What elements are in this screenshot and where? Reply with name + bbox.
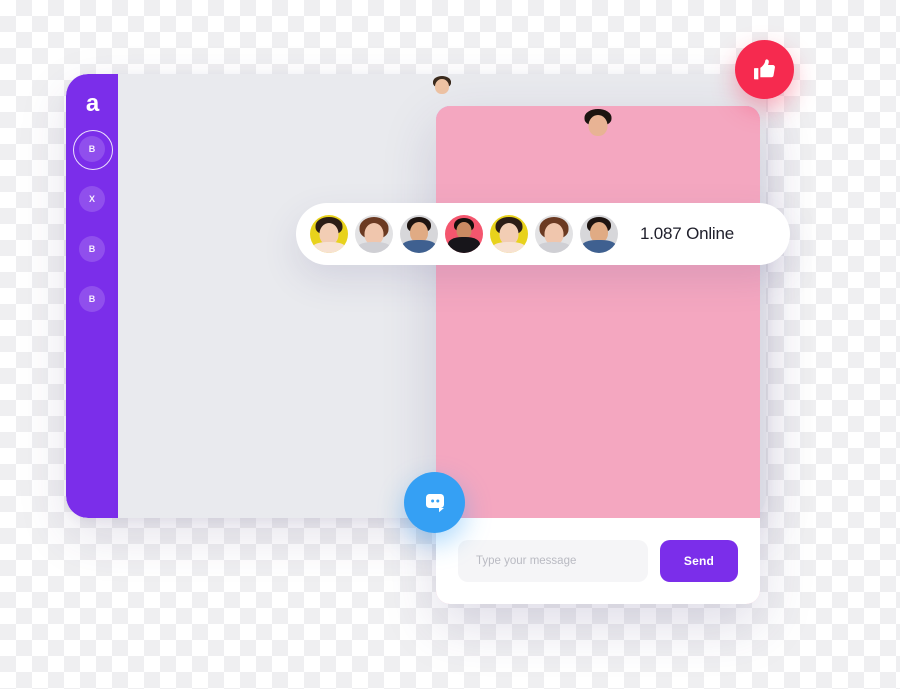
sidebar-item-1-label: B	[88, 144, 96, 154]
sidebar-item-3-label: B	[88, 244, 96, 254]
chat-bubble-icon	[425, 493, 444, 512]
sidebar: a B X B B	[66, 74, 118, 518]
app-logo[interactable]: a	[78, 90, 106, 118]
chat-message: Lola Really?? can you explain me your re…	[436, 106, 760, 604]
post-author-avatar	[118, 74, 766, 518]
sidebar-item-2-label: X	[88, 194, 95, 204]
sidebar-item-4-label: B	[88, 294, 96, 304]
avatar-face-illustration	[118, 74, 766, 518]
online-avatar-group	[310, 215, 618, 253]
online-avatar-3[interactable]	[400, 215, 438, 253]
online-avatar-6[interactable]	[535, 215, 573, 253]
message-input[interactable]	[458, 540, 648, 582]
online-avatar-2[interactable]	[355, 215, 393, 253]
sidebar-item-2[interactable]: X	[79, 186, 105, 212]
chat-room-window: Chat room	[436, 106, 760, 604]
online-count-label: 1.087 Online	[640, 224, 735, 243]
thumbs-up-icon	[753, 58, 775, 79]
online-avatar-5[interactable]	[490, 215, 528, 253]
feed-list: Devan Moen @rudolph_ Should I buy Bitcoi…	[118, 74, 766, 518]
chat-fab[interactable]	[404, 472, 465, 533]
online-avatar-4[interactable]	[445, 215, 483, 253]
sidebar-item-4[interactable]: B	[79, 286, 105, 312]
like-badge[interactable]	[735, 40, 794, 99]
online-avatar-7[interactable]	[580, 215, 618, 253]
send-button[interactable]: Send	[660, 540, 738, 582]
sidebar-item-3[interactable]: B	[79, 236, 105, 262]
chat-message-avatar	[436, 106, 760, 604]
post-header: Keon Rogahn @jonathan_	[118, 74, 766, 518]
sidebar-item-1[interactable]: B	[73, 130, 113, 170]
online-users-bar: 1.087 Online	[296, 203, 790, 265]
screenshot-stage: a B X B B V Type your message Send 1.087…	[0, 0, 900, 689]
online-avatar-1[interactable]	[310, 215, 348, 253]
chat-composer: Send	[436, 518, 760, 604]
avatar-face-illustration	[436, 106, 760, 604]
post-card[interactable]: Keon Rogahn @jonathan_ Live updates - St…	[118, 74, 766, 518]
